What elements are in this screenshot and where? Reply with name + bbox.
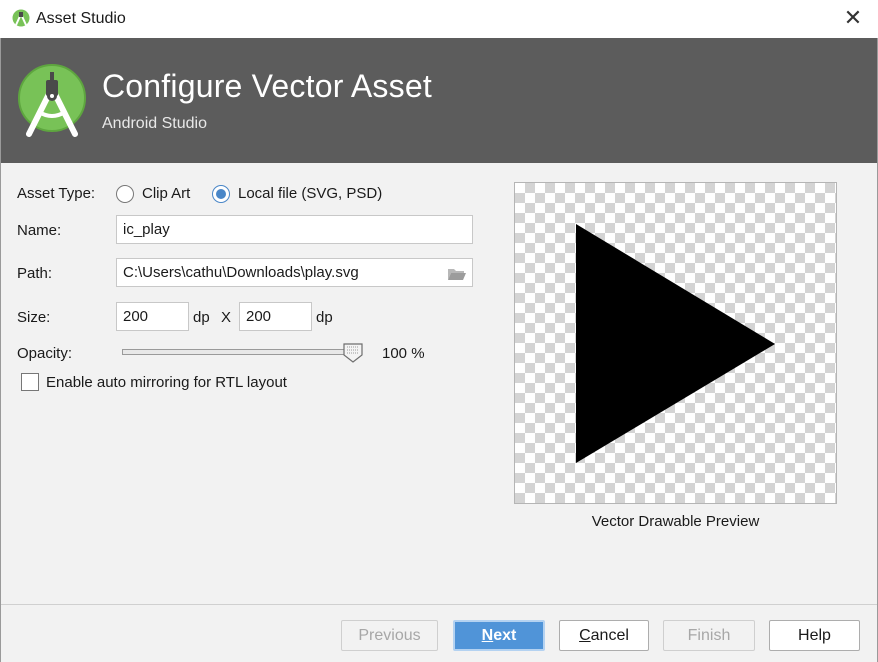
next-mnemonic: N [481, 627, 494, 644]
clip-art-radio[interactable] [116, 185, 134, 203]
title-bar: Asset Studio ✕ [0, 0, 878, 38]
path-label: Path: [17, 265, 53, 282]
local-file-label[interactable]: Local file (SVG, PSD) [238, 185, 382, 202]
opacity-slider-thumb[interactable] [343, 343, 363, 363]
cancel-label-rest: ancel [590, 627, 629, 644]
width-field[interactable]: 200 [116, 302, 189, 331]
auto-mirroring-label[interactable]: Enable auto mirroring for RTL layout [46, 374, 287, 391]
opacity-label: Opacity: [17, 345, 73, 362]
android-studio-icon [12, 9, 30, 27]
local-file-radio[interactable] [212, 185, 230, 203]
help-button[interactable]: Help [769, 620, 860, 651]
next-button[interactable]: Next [453, 620, 545, 651]
name-field[interactable]: ic_play [116, 215, 473, 244]
window-title: Asset Studio [36, 10, 126, 27]
height-field[interactable]: 200 [239, 302, 312, 331]
close-icon[interactable]: ✕ [842, 6, 864, 30]
cancel-mnemonic: C [579, 627, 591, 644]
width-unit: dp [193, 309, 210, 326]
preview-caption: Vector Drawable Preview [591, 513, 760, 530]
vector-preview [514, 182, 837, 504]
height-unit: dp [316, 309, 333, 326]
asset-type-label: Asset Type: [17, 185, 96, 202]
page-title: Configure Vector Asset [102, 68, 432, 104]
auto-mirroring-checkbox[interactable] [21, 373, 39, 391]
play-triangle-preview [576, 224, 775, 463]
main-panel: Asset Type: Clip Art Local file (SVG, PS… [1, 163, 877, 604]
opacity-value: 100 % [382, 345, 425, 362]
clip-art-label[interactable]: Clip Art [142, 185, 190, 202]
wizard-header: Configure Vector Asset Android Studio [1, 38, 877, 163]
button-bar: Previous Next Cancel Finish Help [1, 604, 877, 662]
previous-button[interactable]: Previous [341, 620, 438, 651]
page-subtitle: Android Studio [102, 115, 207, 132]
opacity-slider-track[interactable] [122, 349, 358, 355]
size-label: Size: [17, 309, 51, 326]
name-label: Name: [17, 222, 62, 239]
android-studio-logo [18, 64, 86, 137]
next-label-rest: ext [493, 627, 517, 644]
size-separator: X [221, 309, 232, 326]
cancel-button[interactable]: Cancel [559, 620, 649, 651]
folder-icon[interactable] [447, 267, 467, 281]
finish-button[interactable]: Finish [663, 620, 755, 651]
path-field[interactable]: C:\Users\cathu\Downloads\play.svg [116, 258, 473, 287]
